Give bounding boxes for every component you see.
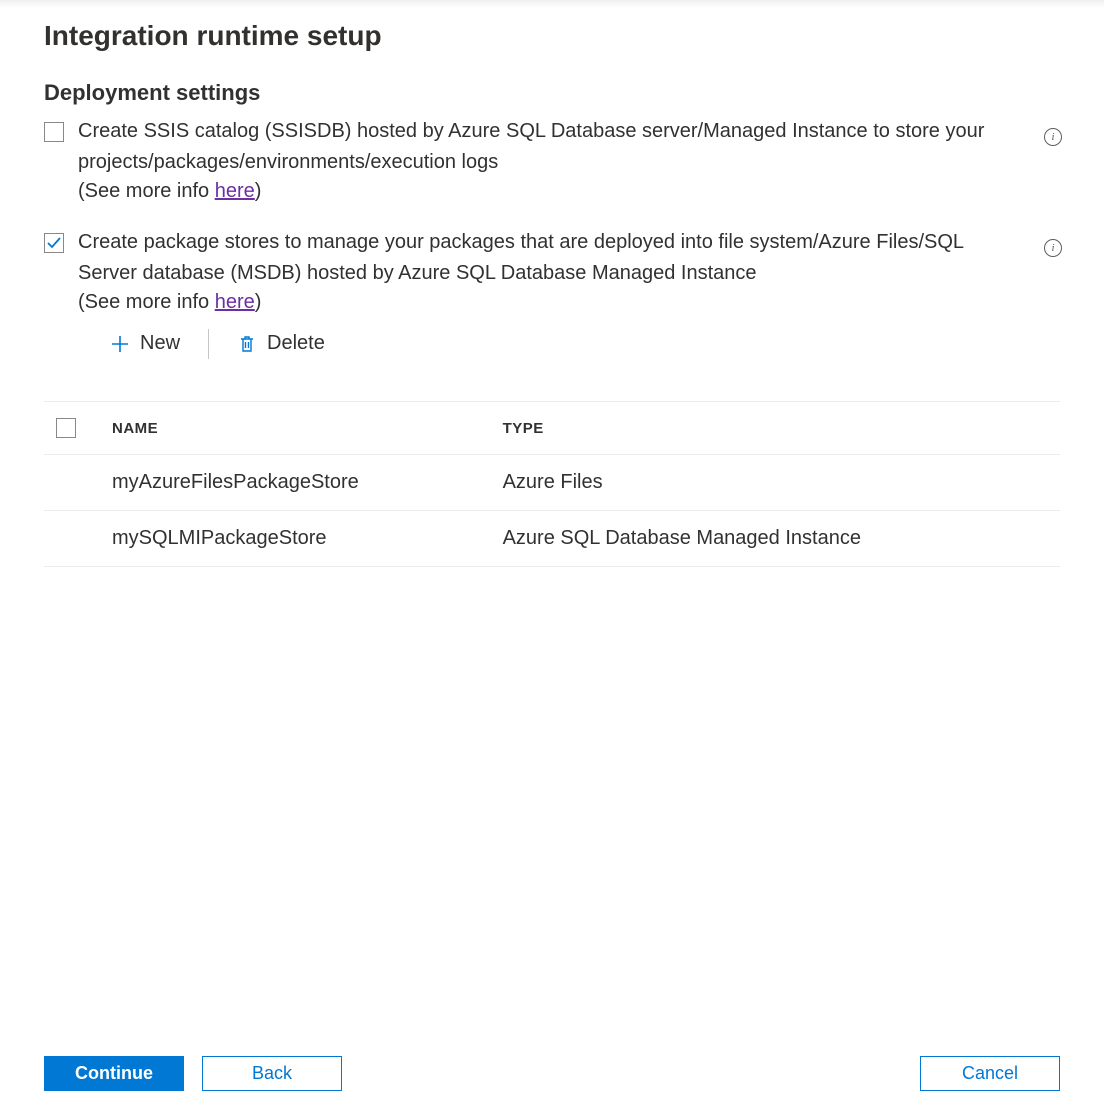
toolbar-divider <box>208 329 209 359</box>
section-title: Deployment settings <box>44 80 1060 106</box>
option-package-stores-row: Create package stores to manage your pac… <box>44 227 1060 377</box>
continue-button[interactable]: Continue <box>44 1056 184 1091</box>
page-title: Integration runtime setup <box>44 20 1060 52</box>
checkbox-ssisdb[interactable] <box>44 122 64 142</box>
cell-type: Azure SQL Database Managed Instance <box>503 511 1060 567</box>
option-package-stores-label: Create package stores to manage your pac… <box>78 227 998 289</box>
option-ssisdb-more-info: (See more info here) <box>78 180 998 203</box>
delete-button[interactable]: Delete <box>227 328 335 359</box>
trash-icon <box>237 334 257 354</box>
table-header-type[interactable]: TYPE <box>503 402 1060 455</box>
more-info-prefix: (See more info <box>78 291 215 313</box>
cell-name: myAzureFilesPackageStore <box>108 455 503 511</box>
select-all-checkbox[interactable] <box>56 418 76 438</box>
table-header-select <box>44 402 108 455</box>
table-header-name[interactable]: NAME <box>108 402 503 455</box>
back-button[interactable]: Back <box>202 1056 342 1091</box>
more-info-link-package-stores[interactable]: here <box>215 291 255 313</box>
checkbox-package-stores[interactable] <box>44 233 64 253</box>
table-row[interactable]: mySQLMIPackageStore Azure SQL Database M… <box>44 511 1060 567</box>
more-info-prefix: (See more info <box>78 180 215 202</box>
delete-button-label: Delete <box>267 332 325 355</box>
more-info-suffix: ) <box>255 180 262 202</box>
cancel-button[interactable]: Cancel <box>920 1056 1060 1091</box>
option-ssisdb-label: Create SSIS catalog (SSISDB) hosted by A… <box>78 116 998 178</box>
more-info-suffix: ) <box>255 291 262 313</box>
package-stores-table: NAME TYPE myAzureFilesPackageStore Azure… <box>44 401 1060 567</box>
footer: Continue Back Cancel <box>0 1038 1104 1119</box>
table-row[interactable]: myAzureFilesPackageStore Azure Files <box>44 455 1060 511</box>
plus-icon <box>110 334 130 354</box>
option-ssisdb-row: Create SSIS catalog (SSISDB) hosted by A… <box>44 116 1060 203</box>
info-icon[interactable]: i <box>1044 239 1062 257</box>
new-button-label: New <box>140 332 180 355</box>
cell-name: mySQLMIPackageStore <box>108 511 503 567</box>
info-icon[interactable]: i <box>1044 128 1062 146</box>
new-button[interactable]: New <box>100 328 190 359</box>
cell-type: Azure Files <box>503 455 1060 511</box>
more-info-link-ssisdb[interactable]: here <box>215 180 255 202</box>
package-store-toolbar: New Delete <box>100 328 1060 359</box>
option-package-stores-more-info: (See more info here) <box>78 291 1060 314</box>
